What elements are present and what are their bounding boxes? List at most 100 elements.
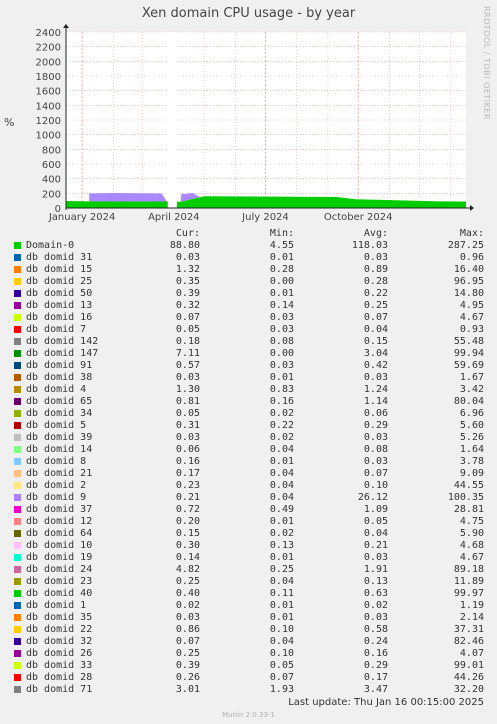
legend-row: db domid 12 0.20 0.01 0.05 4.75 [0,516,497,528]
legend-series-name: db domid 35 [26,612,93,623]
legend-series-name: db domid 22 [26,624,93,635]
legend-cur-value: 0.02 [175,600,200,611]
legend-cur-value: 0.06 [175,444,200,455]
legend-cur-value: 0.25 [175,648,200,659]
legend-min-value: 0.10 [269,624,294,635]
legend-cur-value: 1.32 [175,264,200,275]
legend-avg-value: 0.16 [363,648,388,659]
legend-max-value: 99.94 [453,348,484,359]
legend-swatch [14,326,21,333]
legend-min-value: 0.10 [269,648,294,659]
legend-max-value: 4.68 [459,540,484,551]
legend-cur-value: 7.11 [175,348,200,359]
legend-series-name: db domid 147 [26,348,99,359]
legend-min-value: 0.03 [269,324,294,335]
legend-row: db domid 35 0.03 0.01 0.03 2.14 [0,612,497,624]
legend-min-value: 0.04 [269,636,294,647]
legend-max-value: 1.67 [459,372,484,383]
legend-avg-value: 0.02 [363,600,388,611]
legend-row: db domid 26 0.25 0.10 0.16 4.07 [0,648,497,660]
legend-series-name: db domid 7 [26,324,87,335]
legend-min-value: 0.01 [269,612,294,623]
x-tick-label: October 2024 [324,212,393,223]
legend-swatch [14,422,21,429]
legend-min-value: 0.04 [269,492,294,503]
legend-min-value: 1.93 [269,684,294,695]
legend-series-name: db domid 12 [26,516,93,527]
legend-row: db domid 31 0.03 0.01 0.03 0.96 [0,252,497,264]
legend-avg-value: 0.07 [363,312,388,323]
legend-cur-value: 0.21 [175,492,200,503]
legend-min-value: 0.01 [269,516,294,527]
legend-row: db domid 7 0.05 0.03 0.04 0.93 [0,324,497,336]
legend-min-value: 0.04 [269,576,294,587]
legend-series-name: db domid 37 [26,504,93,515]
x-tick-label: April 2024 [148,212,199,223]
legend-swatch [14,254,21,261]
legend-swatch [14,686,21,693]
legend-swatch [14,290,21,297]
x-tick-label: July 2024 [241,212,289,223]
legend-swatch [14,314,21,321]
legend-row: db domid 19 0.14 0.01 0.03 4.67 [0,552,497,564]
legend-max-value: 1.19 [459,600,484,611]
legend-series-name: db domid 15 [26,264,93,275]
legend-cur-value: 0.07 [175,636,200,647]
legend-row: db domid 64 0.15 0.02 0.04 5.90 [0,528,497,540]
legend-cur-value: 3.01 [175,684,200,695]
last-update: Last update: Thu Jan 16 00:15:00 2025 [288,697,484,708]
legend-series-name: db domid 4 [26,384,87,395]
legend-series-name: db domid 28 [26,672,93,683]
y-tick-label: 1000 [36,131,61,142]
legend-avg-value: 0.03 [363,252,388,263]
x-axis-arrow [470,205,474,211]
legend-avg-value: 0.58 [363,624,388,635]
legend-row: db domid 13 0.32 0.14 0.25 4.95 [0,300,497,312]
legend-min-value: 0.04 [269,468,294,479]
legend-avg-value: 0.13 [363,576,388,587]
legend-swatch [14,590,21,597]
legend-cur-value: 0.35 [175,276,200,287]
legend-row: db domid 16 0.07 0.03 0.07 4.67 [0,312,497,324]
legend-max-value: 4.75 [459,516,484,527]
legend-max-value: 28.81 [453,504,484,515]
legend-cur-value: 0.03 [175,432,200,443]
legend-max-value: 4.67 [459,312,484,323]
legend-min-value: 0.28 [269,264,294,275]
legend-max-value: 44.26 [453,672,484,683]
legend-max-value: 5.26 [459,432,484,443]
chart-plot: 0200400600800100012001400160018002000220… [36,24,474,223]
legend-avg-value: 0.03 [363,456,388,467]
legend-max-value: 96.95 [453,276,484,287]
legend-max-value: 4.95 [459,300,484,311]
legend-series-name: db domid 5 [26,420,87,431]
legend-min-value: 0.08 [269,336,294,347]
legend-cur-value: 0.18 [175,336,200,347]
legend-swatch [14,386,21,393]
legend-avg-value: 1.24 [363,384,388,395]
legend-row: db domid 71 3.01 1.93 3.47 32.20 [0,684,497,696]
x-tick-label: January 2024 [48,212,116,223]
legend-series-name: db domid 1 [26,600,87,611]
legend-cur-value: 0.20 [175,516,200,527]
legend-row: db domid 15 1.32 0.28 0.89 16.40 [0,264,497,276]
legend-max-value: 55.48 [453,336,484,347]
legend-avg-value: 1.91 [363,564,388,575]
legend-row: db domid 25 0.35 0.00 0.28 96.95 [0,276,497,288]
legend-min-value: 0.02 [269,408,294,419]
legend-min-value: 0.49 [269,504,294,515]
legend-row: db domid 4 1.30 0.83 1.24 3.42 [0,384,497,396]
y-tick-label: 1600 [36,87,61,98]
legend-series-name: db domid 13 [26,300,93,311]
legend-avg-value: 0.24 [363,636,388,647]
legend-row: db domid 40 0.40 0.11 0.63 99.97 [0,588,497,600]
legend-cur-value: 0.17 [175,468,200,479]
legend-avg-value: 0.25 [363,300,388,311]
legend-series-name: db domid 39 [26,432,93,443]
legend-max-value: 4.07 [459,648,484,659]
y-tick-label: 1200 [36,116,61,127]
legend-swatch [14,614,21,621]
legend-swatch [14,242,21,249]
legend-swatch [14,566,21,573]
legend-series-name: db domid 23 [26,576,93,587]
